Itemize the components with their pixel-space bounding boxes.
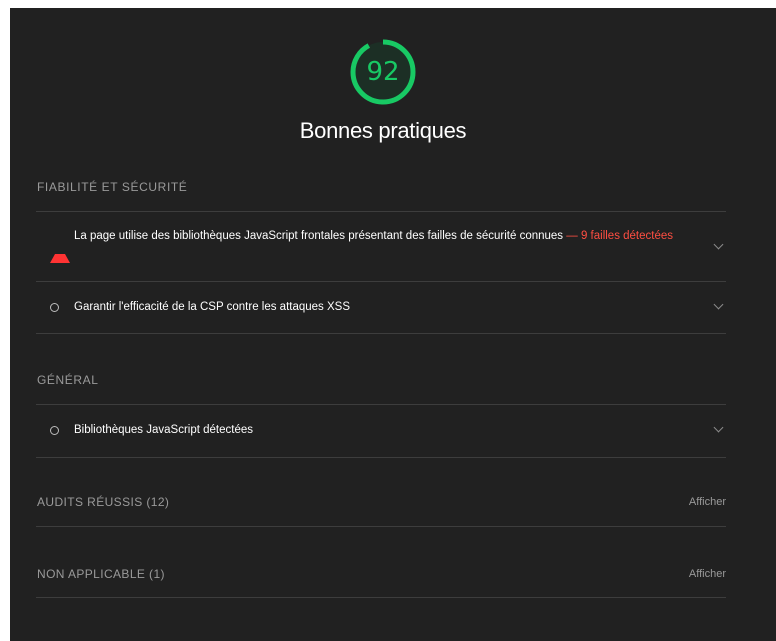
info-circle-icon [50, 426, 59, 435]
divider [36, 526, 726, 527]
passed-audits-header[interactable]: AUDITS RÉUSSIS (12) [37, 495, 169, 509]
info-circle-icon [50, 303, 59, 312]
score-gauge: 92 [343, 32, 423, 112]
not-applicable-header[interactable]: NON APPLICABLE (1) [37, 567, 165, 581]
divider [36, 597, 726, 598]
audit-title: Garantir l'efficacité de la CSP contre l… [74, 301, 350, 313]
audit-csp-xss[interactable]: Garantir l'efficacité de la CSP contre l… [36, 282, 726, 332]
show-not-applicable-link[interactable]: Afficher [689, 568, 726, 580]
audit-display-value: — 9 failles détectées [563, 230, 674, 242]
audit-title-text: La page utilise des bibliothèques JavaSc… [74, 230, 564, 242]
category-title: Bonnes pratiques [299, 118, 467, 143]
audit-detected-js-libraries[interactable]: Bibliothèques JavaScript détectées [36, 405, 726, 457]
audit-title: La page utilise des bibliothèques JavaSc… [74, 226, 674, 246]
chevron-down-icon[interactable] [713, 239, 724, 250]
group-header-general: GÉNÉRAL [37, 373, 99, 387]
best-practices-panel: 92 Bonnes pratiques FIABILITÉ ET SÉCURIT… [10, 8, 776, 641]
score-value: 92 [366, 57, 400, 87]
chevron-down-icon[interactable] [713, 422, 724, 433]
chevron-down-icon[interactable] [713, 299, 724, 310]
fail-triangle-icon [50, 244, 70, 263]
group-header-reliability-security: FIABILITÉ ET SÉCURITÉ [37, 180, 188, 194]
show-passed-audits-link[interactable]: Afficher [689, 496, 726, 508]
divider [36, 333, 726, 334]
audit-vulnerable-libraries[interactable]: La page utilise des bibliothèques JavaSc… [36, 222, 726, 280]
divider [36, 211, 726, 212]
divider [36, 457, 726, 458]
audit-title: Bibliothèques JavaScript détectées [74, 424, 253, 436]
